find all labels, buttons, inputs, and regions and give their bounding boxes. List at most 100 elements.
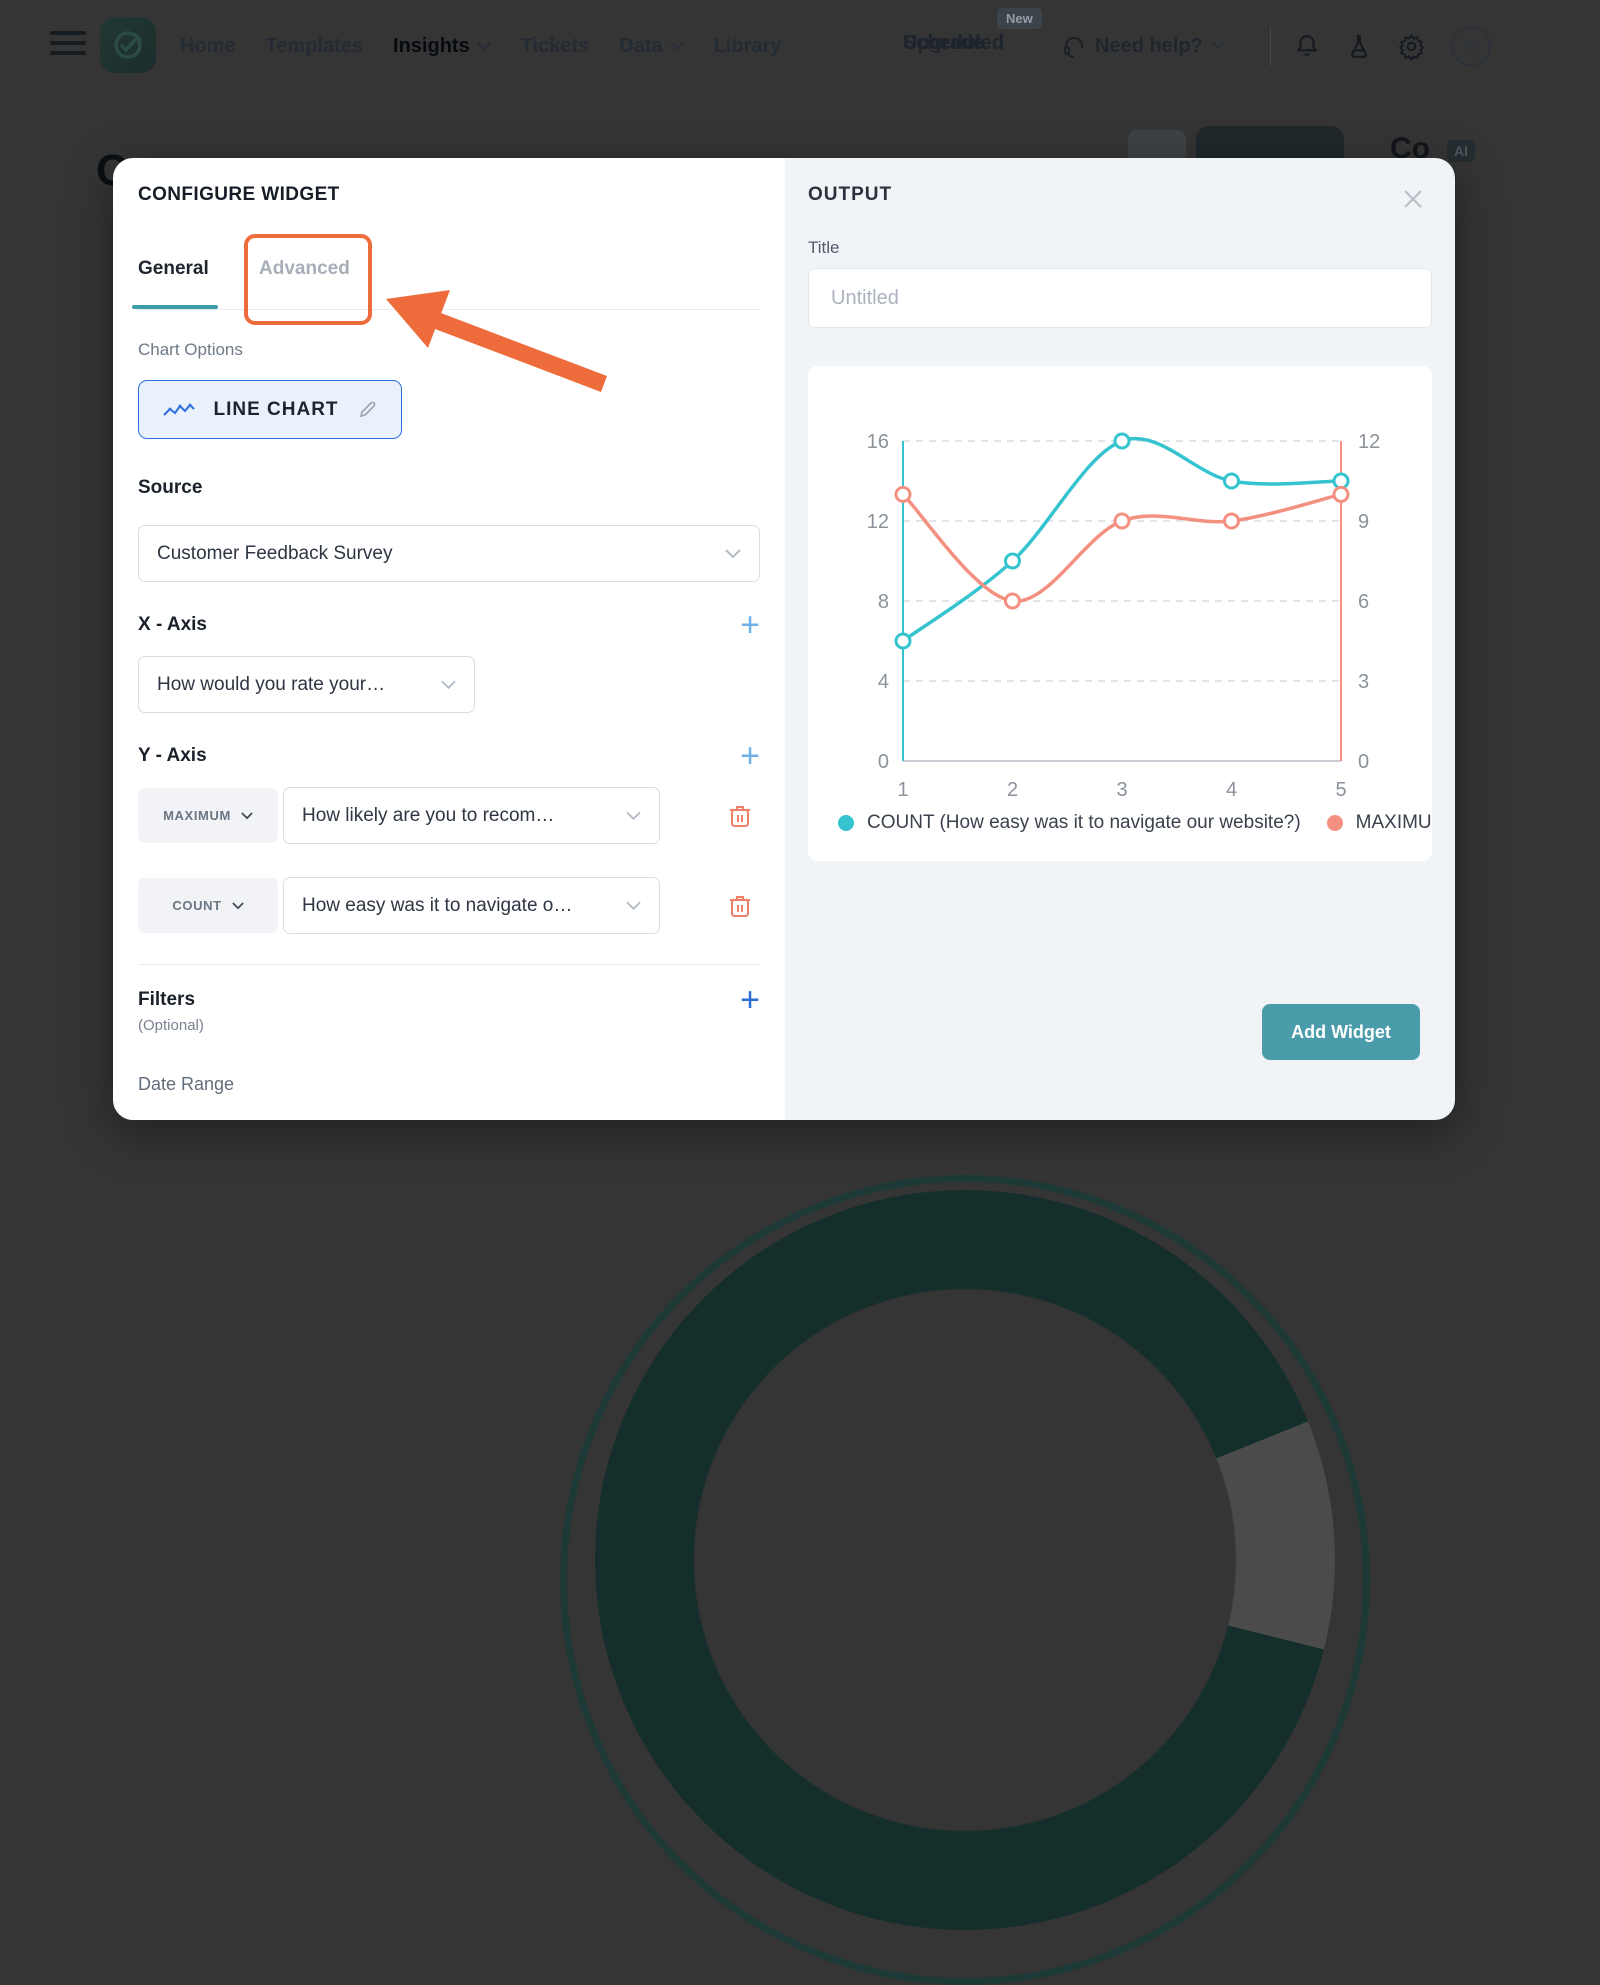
svg-text:12: 12: [1358, 431, 1380, 453]
svg-text:2: 2: [1007, 779, 1018, 801]
chart-legend: COUNT (How easy was it to navigate our w…: [838, 812, 1432, 834]
configure-panel: CONFIGURE WIDGET General Advanced Chart …: [113, 158, 785, 1120]
chevron-down-icon: [626, 901, 641, 910]
configure-widget-modal: CONFIGURE WIDGET General Advanced Chart …: [113, 158, 1455, 1120]
chevron-down-icon: [669, 41, 684, 50]
hamburger-menu-icon[interactable]: [50, 31, 86, 61]
x-axis-value: How would you rate your…: [157, 673, 386, 695]
chart-type-label: LINE CHART: [213, 398, 339, 420]
y-axis-row: COUNT How easy was it to navigate o…: [138, 877, 760, 934]
x-axis-select[interactable]: How would you rate your…: [138, 656, 475, 713]
svg-text:0: 0: [878, 751, 889, 773]
nav-divider: [1270, 26, 1271, 66]
chevron-down-icon: [626, 811, 641, 820]
svg-text:9: 9: [1358, 511, 1369, 533]
widget-title-input[interactable]: [808, 268, 1432, 328]
add-x-axis-button[interactable]: +: [740, 608, 760, 642]
y-axis-field-select[interactable]: How easy was it to navigate o…: [283, 877, 660, 934]
need-help-menu[interactable]: Need help?: [1062, 0, 1225, 92]
user-avatar[interactable]: RJ: [1451, 26, 1491, 66]
y-axis-field-value: How easy was it to navigate o…: [302, 894, 573, 916]
section-divider: [138, 964, 760, 965]
add-y-axis-button[interactable]: +: [740, 739, 760, 773]
x-axis-label: X - Axis: [138, 614, 207, 635]
lab-flask-icon[interactable]: [1346, 33, 1372, 59]
y-axis-row: MAXIMUM How likely are you to recom…: [138, 787, 760, 844]
new-badge: New: [997, 8, 1042, 29]
svg-text:4: 4: [878, 671, 889, 693]
overlap-label-b: Upgrade: [903, 32, 985, 54]
chevron-down-icon: [476, 41, 491, 50]
chevron-down-icon: [725, 548, 741, 558]
overlapping-nav-item[interactable]: Scheduled Upgrade: [903, 32, 1043, 60]
nav-item-templates[interactable]: Templates: [266, 35, 363, 58]
filters-optional-label: (Optional): [138, 1017, 204, 1034]
svg-text:3: 3: [1358, 671, 1369, 693]
chart-preview-card: 16 12 8 4 0 12 9 6 3 0 1 2 3 4 5 COUNT (How easy was i…: [808, 366, 1432, 861]
aggregation-select[interactable]: MAXIMUM: [138, 788, 278, 843]
legend-dot-salmon: [1326, 815, 1343, 831]
notifications-bell-icon[interactable]: [1294, 33, 1320, 59]
legend-item: MAXIMUM (How likely are you to recom…): [1326, 812, 1432, 834]
svg-text:8: 8: [878, 591, 889, 613]
y-axis-field-value: How likely are you to recom…: [302, 804, 555, 826]
svg-text:4: 4: [1226, 779, 1237, 801]
nav-item-tickets[interactable]: Tickets: [521, 35, 590, 58]
tab-bar: General Advanced: [132, 206, 760, 325]
line-chart-preview: 16128401296301 2 3 4 5: [867, 431, 1381, 801]
modal-title: CONFIGURE WIDGET: [138, 184, 340, 205]
delete-trash-icon[interactable]: [728, 893, 752, 919]
settings-gear-icon[interactable]: [1398, 32, 1425, 60]
nav-item-data[interactable]: Data: [619, 34, 684, 58]
svg-text:12: 12: [867, 511, 889, 533]
bird-logo-icon: [114, 31, 142, 59]
headset-icon: [1064, 37, 1083, 58]
chevron-down-icon: [1212, 42, 1225, 50]
add-widget-button[interactable]: Add Widget: [1262, 1004, 1420, 1060]
source-label: Source: [138, 477, 203, 498]
output-title: OUTPUT: [808, 184, 893, 205]
add-filter-button[interactable]: +: [740, 983, 760, 1017]
nav-item-label: Insights: [393, 34, 470, 57]
nav-item-library[interactable]: Library: [714, 35, 782, 58]
aggregation-value: MAXIMUM: [163, 808, 231, 823]
active-tab-underline: [132, 305, 218, 309]
chart-type-button[interactable]: LINE CHART: [138, 380, 402, 439]
svg-text:3: 3: [1116, 779, 1127, 801]
source-value: Customer Feedback Survey: [157, 542, 393, 564]
nav-item-home[interactable]: Home: [180, 35, 236, 58]
chevron-down-icon: [231, 901, 244, 909]
aggregation-select[interactable]: COUNT: [138, 878, 278, 933]
nav-item-insights[interactable]: Insights: [393, 35, 491, 58]
svg-text:1: 1: [897, 779, 908, 801]
legend-label: COUNT (How easy was it to navigate our w…: [867, 812, 1301, 833]
top-navigation: Home Templates Insights Tickets Data Lib…: [0, 0, 1600, 92]
line-chart-icon: [163, 403, 196, 416]
need-help-label: Need help?: [1095, 34, 1203, 57]
aggregation-value: COUNT: [172, 898, 222, 913]
legend-label: MAXIMUM (How likely are you to recom…): [1355, 812, 1432, 833]
filters-label: Filters: [138, 989, 196, 1010]
tab-general[interactable]: General: [138, 258, 209, 280]
chart-options-label: Chart Options: [138, 340, 243, 359]
edit-pencil-icon[interactable]: [357, 400, 377, 420]
chevron-down-icon: [241, 811, 253, 819]
widget-title-label: Title: [808, 238, 840, 257]
chevron-down-icon: [441, 680, 456, 689]
tab-advanced[interactable]: Advanced: [259, 258, 350, 280]
legend-dot-teal: [838, 815, 854, 831]
nav-item-label: Data: [619, 34, 663, 57]
y-axis-label: Y - Axis: [138, 745, 207, 766]
output-panel: OUTPUT Title 161284012963012345 COUNT (H…: [785, 158, 1455, 1120]
y-axis-field-select[interactable]: How likely are you to recom…: [283, 787, 660, 844]
svg-text:16: 16: [867, 431, 889, 453]
svg-text:5: 5: [1335, 779, 1346, 801]
app-logo[interactable]: [100, 17, 156, 73]
date-range-label: Date Range: [138, 1074, 235, 1094]
svg-text:6: 6: [1358, 591, 1369, 613]
legend-item: COUNT (How easy was it to navigate our w…: [838, 812, 1301, 834]
close-icon[interactable]: [1398, 184, 1428, 214]
svg-text:0: 0: [1358, 751, 1369, 773]
delete-trash-icon[interactable]: [728, 803, 752, 829]
source-select[interactable]: Customer Feedback Survey: [138, 525, 760, 582]
